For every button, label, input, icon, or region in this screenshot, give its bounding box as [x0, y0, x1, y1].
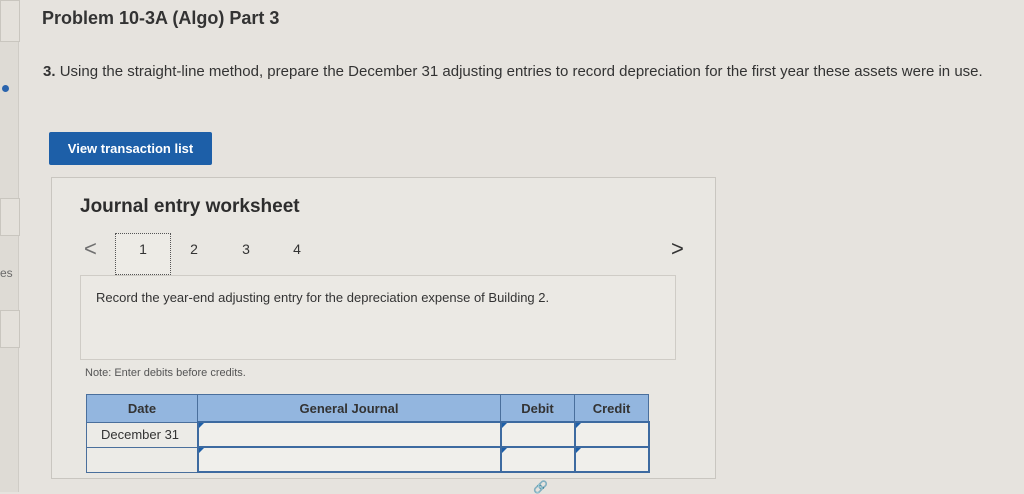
general-journal-header: General Journal	[197, 394, 501, 423]
credit-input[interactable]	[573, 421, 650, 448]
date-header: Date	[86, 394, 198, 423]
page-tab-2[interactable]: 2	[184, 241, 204, 257]
worksheet-title: Journal entry worksheet	[80, 196, 300, 217]
entry-description: Record the year-end adjusting entry for …	[96, 290, 550, 305]
input-flag-icon	[198, 448, 204, 453]
question-text: 3. Using the straight-line method, prepa…	[43, 63, 1003, 80]
sidebar-partial-text: es	[0, 266, 13, 280]
credit-header: Credit	[574, 394, 649, 423]
left-sidebar	[0, 0, 19, 492]
entry-description-box	[80, 275, 676, 360]
chevron-right-icon[interactable]: >	[671, 236, 684, 262]
view-transaction-list-button[interactable]: View transaction list	[49, 132, 212, 165]
journal-table: Date General Journal Debit Credit Decemb…	[86, 394, 650, 473]
input-flag-icon	[198, 423, 204, 428]
input-flag-icon	[575, 423, 581, 428]
question-body: Using the straight-line method, prepare …	[59, 63, 983, 80]
table-row: December 31	[86, 421, 650, 448]
debit-input[interactable]	[499, 421, 576, 448]
page-tab-4[interactable]: 4	[287, 241, 307, 257]
debit-input[interactable]	[499, 446, 576, 473]
debit-header: Debit	[500, 394, 575, 423]
question-number: 3.	[43, 63, 56, 80]
account-input[interactable]	[196, 421, 502, 448]
sidebar-tab[interactable]	[0, 310, 20, 348]
journal-header-row: Date General Journal Debit Credit	[86, 394, 649, 423]
page-title: Problem 10-3A (Algo) Part 3	[42, 8, 280, 28]
date-cell: December 31	[86, 421, 198, 448]
input-flag-icon	[501, 448, 507, 453]
table-row	[86, 446, 650, 473]
sidebar-tab[interactable]	[0, 198, 20, 236]
page-tab-1[interactable]: 1	[133, 241, 153, 257]
account-input[interactable]	[196, 446, 502, 473]
credit-input[interactable]	[573, 446, 650, 473]
chevron-left-icon[interactable]: <	[84, 236, 97, 262]
active-indicator-dot	[2, 85, 9, 92]
sidebar-tab[interactable]	[0, 0, 20, 42]
input-flag-icon	[575, 448, 581, 453]
page-tab-3[interactable]: 3	[236, 241, 256, 257]
date-cell	[86, 446, 198, 473]
entry-note: Note: Enter debits before credits.	[85, 367, 246, 379]
input-flag-icon	[501, 423, 507, 428]
